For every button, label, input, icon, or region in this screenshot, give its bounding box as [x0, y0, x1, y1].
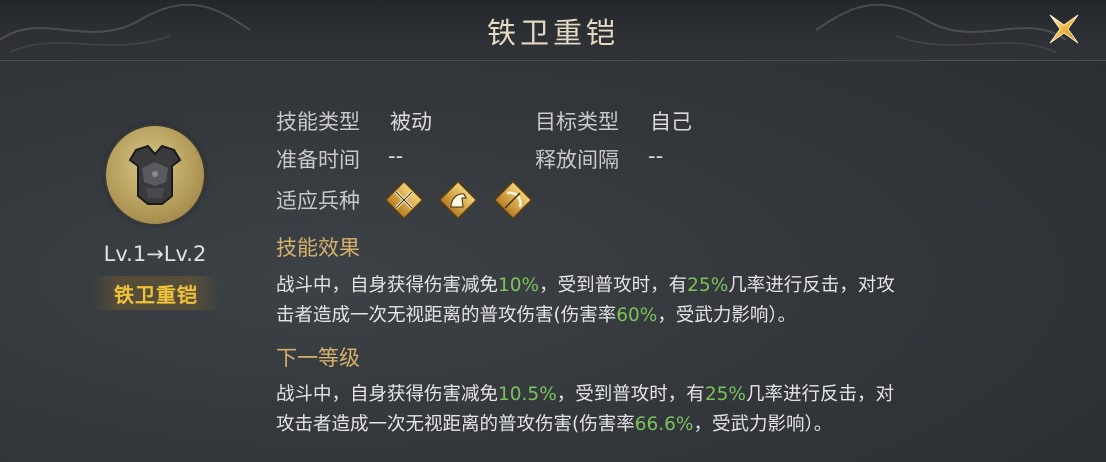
header-bar: 铁卫重铠: [0, 0, 1106, 61]
skill-avatar: [106, 126, 204, 224]
armor-icon: [128, 144, 182, 205]
skill-detail-panel: 铁卫重铠 Lv.1→Lv.2 铁卫重铠 技能类型 被动 目标类型 自己 准备时间…: [0, 0, 1106, 462]
close-icon[interactable]: [1046, 11, 1082, 47]
target-type-value: 自己: [650, 110, 692, 134]
horse-icon: [439, 181, 477, 219]
next-level-line-1: 战斗中，自身获得伤害减免10.5%，受到普攻时，有25%几率进行反击，对: [276, 384, 894, 405]
skill-name: 铁卫重铠: [114, 283, 198, 307]
next-level-description: 战斗中，自身获得伤害减免10.5%，受到普攻时，有25%几率进行反击，对 攻击者…: [276, 380, 1016, 440]
prep-time-label: 准备时间: [276, 148, 360, 172]
prep-time-value: --: [388, 144, 404, 168]
cooldown-label: 释放间隔: [535, 148, 619, 172]
effect-description: 战斗中，自身获得伤害减免10%，受到普攻时，有25%几率进行反击，对攻 击者造成…: [276, 271, 1016, 331]
skill-icon-frame: [106, 126, 204, 224]
crossed-swords-icon: [385, 181, 423, 219]
window-title: 铁卫重铠: [486, 16, 619, 50]
effect-line-2: 击者造成一次无视距离的普攻伤害(伤害率60%，受武力影响）。: [276, 305, 797, 326]
effect-section-title: 技能效果: [276, 236, 360, 260]
skill-type-value: 被动: [390, 110, 432, 134]
cooldown-value: --: [648, 144, 664, 168]
next-level-line-2: 攻击者造成一次无视距离的普攻伤害(伤害率66.6%，受武力影响）。: [276, 414, 833, 435]
skill-type-label: 技能类型: [276, 110, 360, 134]
next-level-section-title: 下一等级: [276, 346, 360, 370]
level-progress: Lv.1→Lv.2: [103, 242, 207, 266]
effect-line-1: 战斗中，自身获得伤害减免10%，受到普攻时，有25%几率进行反击，对攻: [276, 275, 895, 296]
target-type-label: 目标类型: [535, 110, 619, 134]
bow-icon: [494, 181, 532, 219]
troop-label: 适应兵种: [276, 189, 360, 213]
